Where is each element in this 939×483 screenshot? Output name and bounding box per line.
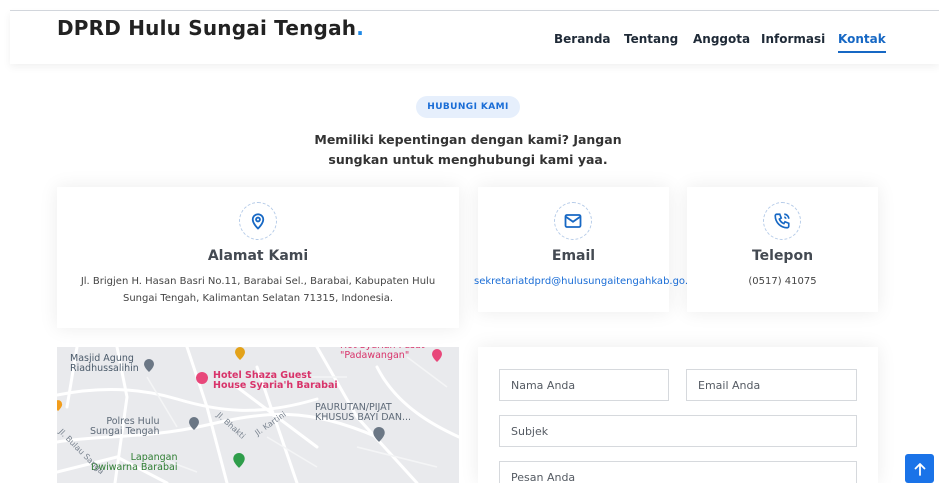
map-marker-icon [144,359,154,372]
nav-beranda[interactable]: Beranda [554,32,611,46]
email-card: Email sekretariatdprd@hulusungaitengahka… [474,187,697,312]
location-map[interactable]: Masjid Agung Riadhussalihin Hotel Shaza … [57,347,459,483]
email-title: Email [551,248,596,264]
map-pink-marker-icon [432,349,442,362]
section-subtitle: Memiliki kepentingan dengan kami? Jangan… [314,132,622,167]
email-link[interactable]: sekretariatdprd@hulusungaitengahkab.go.i… [474,273,697,290]
nav-informasi[interactable]: Informasi [761,32,825,46]
nav-kontak[interactable]: Kontak [838,32,886,53]
arrow-up-icon [914,462,925,476]
map-grey-marker-icon [373,427,385,442]
envelope-icon [554,202,592,240]
address-text: Jl. Brigjen H. Hasan Basri No.11, Baraba… [80,276,436,304]
map-park-marker-icon [233,453,245,468]
scroll-top-button[interactable] [905,454,934,483]
message-textarea[interactable]: Pesan Anda [499,461,857,483]
brand-name: DPRD Hulu Sungai Tengah [57,16,357,40]
map-label-top-right: Hot Syariah Pusat "Padawangan" [340,347,425,361]
map-police-marker-icon [189,417,199,430]
site-logo[interactable]: DPRD Hulu Sungai Tengah. [57,16,364,40]
map-label-polres: Polres Hulu Sungai Tengah [90,416,160,437]
nav-tentang[interactable]: Tentang [624,32,678,46]
name-placeholder: Nama Anda [511,378,576,392]
subject-placeholder: Subjek [511,424,549,438]
email-placeholder: Email Anda [698,378,761,392]
section-badge: HUBUNGI KAMI [416,96,520,118]
phone-title: Telepon [751,248,814,264]
email-input[interactable]: Email Anda [686,369,857,401]
phone-number[interactable]: (0517) 41075 [687,273,878,290]
message-placeholder: Pesan Anda [511,471,576,483]
map-hotel-marker-icon [196,372,208,384]
subject-input[interactable]: Subjek [499,415,857,447]
contact-form-card: Nama Anda Email Anda Subjek Pesan Anda [478,347,878,483]
phone-icon [763,202,801,240]
nav-anggota[interactable]: Anggota [693,32,750,46]
map-pin-icon [239,202,277,240]
map-label-masjid: Masjid Agung Riadhussalihin [70,353,139,374]
map-label-paurutan: PAURUTAN/PIJAT KHUSUS BAYI DAN... [315,402,412,423]
map-label-hotel: Hotel Shaza Guest House Syaria'h Barabai [213,370,338,391]
address-title: Alamat Kami [207,248,309,264]
map-food-marker-icon [235,347,245,360]
map-orange-marker-icon [57,400,63,411]
brand-dot: . [356,16,365,40]
name-input[interactable]: Nama Anda [499,369,669,401]
address-card: Alamat Kami Jl. Brigjen H. Hasan Basri N… [57,187,459,328]
phone-card: Telepon (0517) 41075 [687,187,878,312]
